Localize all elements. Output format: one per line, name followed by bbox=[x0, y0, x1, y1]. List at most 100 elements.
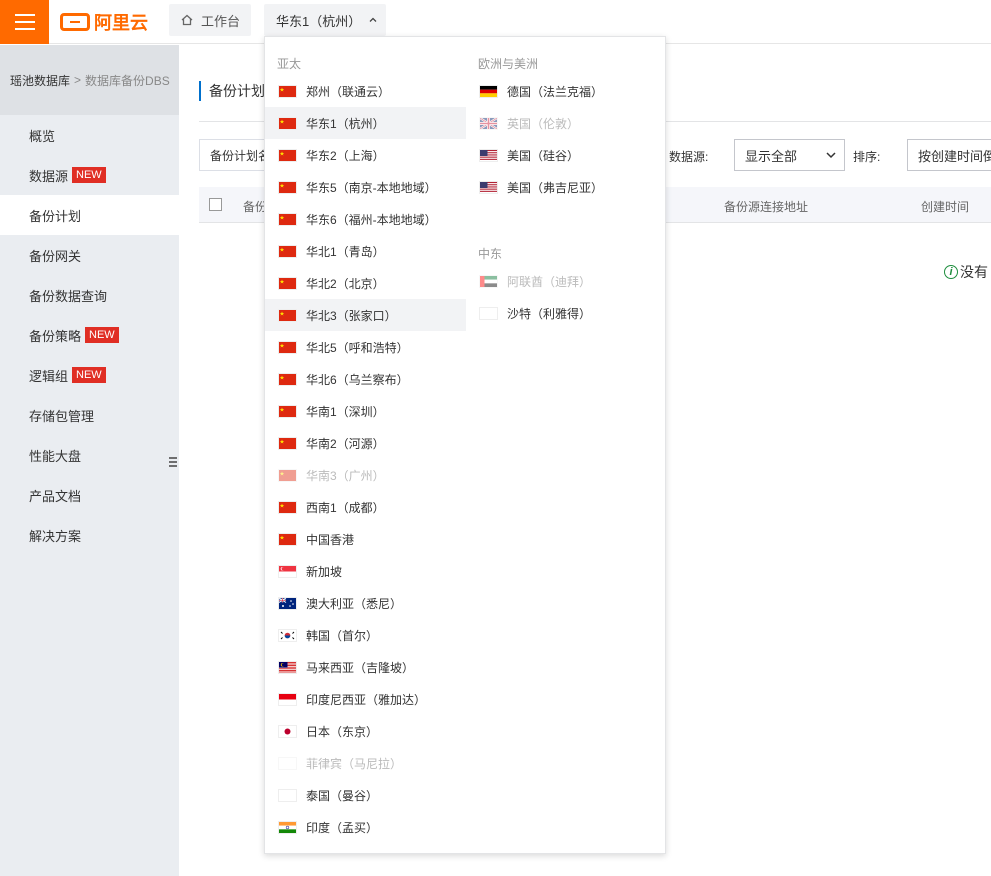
sidebar-item[interactable]: 性能大盘 bbox=[0, 435, 179, 475]
region-option[interactable]: 澳大利亚（悉尼） bbox=[265, 587, 466, 619]
new-badge: NEW bbox=[72, 167, 106, 183]
flag-cn-icon bbox=[278, 180, 297, 194]
region-option[interactable]: 郑州（联通云） bbox=[265, 75, 466, 107]
brand-name: 阿里云 bbox=[94, 13, 148, 33]
region-column-other: 欧洲与美洲 德国（法兰克福） 英国（伦敦） 美国（硅谷） 美国（弗吉尼亚） 中东 阿联… bbox=[466, 37, 666, 329]
sidebar-item[interactable]: 解决方案 bbox=[0, 515, 179, 555]
workbench-button[interactable]: 工作台 bbox=[169, 4, 251, 36]
select-all-checkbox[interactable] bbox=[209, 198, 222, 211]
flag-cn-icon bbox=[278, 244, 297, 258]
region-option-label: 华南2（河源） bbox=[306, 436, 385, 451]
sort-select[interactable]: 按创建时间倒序 bbox=[907, 139, 991, 171]
sidebar-item-label: 逻辑组 bbox=[29, 368, 69, 384]
aliyun-logo[interactable]: 阿里云 bbox=[60, 10, 148, 34]
home-icon bbox=[181, 14, 193, 26]
flag-cn-icon bbox=[278, 340, 297, 354]
region-option-label: 西南1（成都） bbox=[306, 500, 385, 515]
sidebar-item[interactable]: 数据源 NEW bbox=[0, 155, 179, 195]
region-column-asia: 亚太 郑州（联通云） 华东1（杭州） 华东2（上海） 华东5（南京-本地地域） 华东6（… bbox=[265, 37, 466, 843]
region-option[interactable]: 华北1（青岛） bbox=[265, 235, 466, 267]
region-option-label: 华北5（呼和浩特） bbox=[306, 340, 409, 355]
region-option[interactable]: 华东2（上海） bbox=[265, 139, 466, 171]
flag-sg-icon bbox=[278, 564, 297, 578]
sidebar-item-label: 备份计划 bbox=[29, 208, 82, 224]
region-option-label: 华东1（杭州） bbox=[306, 116, 385, 131]
sidebar-item-label: 存储包管理 bbox=[29, 408, 95, 424]
region-option-label: 阿联酋（迪拜） bbox=[507, 274, 592, 289]
region-option[interactable]: 华北3（张家口） bbox=[265, 299, 466, 331]
region-option[interactable]: 马来西亚（吉隆坡） bbox=[265, 651, 466, 683]
region-option[interactable]: 泰国（曼谷） bbox=[265, 779, 466, 811]
region-option[interactable]: 华东1（杭州） bbox=[265, 107, 466, 139]
group-title-europe: 欧洲与美洲 bbox=[478, 56, 539, 71]
sidebar-item[interactable]: 备份网关 bbox=[0, 235, 179, 275]
sidebar-item[interactable]: 概览 bbox=[0, 115, 179, 155]
region-option-label: 沙特（利雅得） bbox=[507, 306, 592, 321]
sidebar-item-label: 概览 bbox=[29, 128, 56, 144]
chevron-down-icon bbox=[826, 152, 836, 159]
flag-cn-icon bbox=[278, 468, 297, 482]
region-option[interactable]: 华北6（乌兰察布） bbox=[265, 363, 466, 395]
page-title: 备份计划 bbox=[199, 81, 265, 101]
region-option[interactable]: 华北5（呼和浩特） bbox=[265, 331, 466, 363]
group-title-mideast: 中东 bbox=[478, 246, 503, 261]
region-option[interactable]: 华南2（河源） bbox=[265, 427, 466, 459]
breadcrumb-root[interactable]: 瑶池数据库 bbox=[10, 72, 70, 89]
region-option[interactable]: 日本（东京） bbox=[265, 715, 466, 747]
region-option[interactable]: 中国香港 bbox=[265, 523, 466, 555]
sidebar: 瑶池数据库 > 数据库备份DBS 概览 数据源 NEW 备份计划 备份网关 备份数据查询备… bbox=[0, 45, 179, 876]
region-option-label: 美国（硅谷） bbox=[507, 148, 580, 163]
region-option[interactable]: 沙特（利雅得） bbox=[466, 297, 666, 329]
new-badge: NEW bbox=[85, 327, 119, 343]
region-option[interactable]: 华东5（南京-本地地域） bbox=[265, 171, 466, 203]
empty-message: i 没有 bbox=[944, 262, 988, 282]
region-option-label: 新加坡 bbox=[306, 564, 343, 579]
region-option[interactable]: 西南1（成都） bbox=[265, 491, 466, 523]
datasource-select[interactable]: 显示全部 bbox=[734, 139, 845, 171]
region-option[interactable]: 华南1（深圳） bbox=[265, 395, 466, 427]
search-input-text: 备份计划名 bbox=[210, 148, 271, 163]
region-option[interactable]: 华东6（福州-本地地域） bbox=[265, 203, 466, 235]
region-option[interactable]: 韩国（首尔） bbox=[265, 619, 466, 651]
region-option[interactable]: 新加坡 bbox=[265, 555, 466, 587]
region-option-label: 华东6（福州-本地地域） bbox=[306, 212, 437, 227]
hamburger-menu-button[interactable] bbox=[0, 0, 49, 44]
region-option-label: 华东5（南京-本地地域） bbox=[306, 180, 437, 195]
flag-id-icon bbox=[278, 692, 297, 706]
flag-cn-icon bbox=[278, 500, 297, 514]
region-option-label: 马来西亚（吉隆坡） bbox=[306, 660, 415, 675]
region-option-label: 华东2（上海） bbox=[306, 148, 385, 163]
flag-kr-icon bbox=[278, 628, 297, 642]
breadcrumb-current: 数据库备份DBS bbox=[85, 73, 170, 88]
region-option-label: 韩国（首尔） bbox=[306, 628, 379, 643]
sidebar-item[interactable]: 备份数据查询 bbox=[0, 275, 179, 315]
new-badge: NEW bbox=[72, 367, 106, 383]
region-label: 华东1（杭州） bbox=[276, 13, 362, 29]
region-option[interactable]: 德国（法兰克福） bbox=[466, 75, 666, 107]
datasource-label: 数据源: bbox=[669, 150, 709, 164]
region-selector[interactable]: 华东1（杭州） bbox=[264, 4, 386, 36]
flag-blank-icon bbox=[278, 788, 297, 802]
region-option[interactable]: 华北2（北京） bbox=[265, 267, 466, 299]
sidebar-item-label: 产品文档 bbox=[29, 488, 82, 504]
flag-in-icon bbox=[278, 820, 297, 834]
sidebar-item[interactable]: 逻辑组 NEW bbox=[0, 355, 179, 395]
region-option[interactable]: 印度（孟买） bbox=[265, 811, 466, 843]
flag-au-icon bbox=[278, 596, 297, 610]
flag-cn-icon bbox=[278, 532, 297, 546]
region-option[interactable]: 印度尼西亚（雅加达） bbox=[265, 683, 466, 715]
sidebar-item[interactable]: 备份策略 NEW bbox=[0, 315, 179, 355]
region-dropdown: 亚太 郑州（联通云） 华东1（杭州） 华东2（上海） 华东5（南京-本地地域） 华东6（… bbox=[264, 36, 666, 854]
sidebar-item[interactable]: 存储包管理 bbox=[0, 395, 179, 435]
sidebar-item[interactable]: 产品文档 bbox=[0, 475, 179, 515]
sidebar-item[interactable]: 备份计划 bbox=[0, 195, 179, 235]
region-option[interactable]: 美国（硅谷） bbox=[466, 139, 666, 171]
flag-cn-icon bbox=[278, 212, 297, 226]
region-option[interactable]: 美国（弗吉尼亚） bbox=[466, 171, 666, 203]
info-icon: i bbox=[944, 265, 958, 279]
flag-us-icon bbox=[479, 148, 498, 162]
sidebar-item-label: 备份网关 bbox=[29, 248, 82, 264]
sidebar-item-label: 数据源 bbox=[29, 168, 69, 184]
sort-value: 按创建时间倒序 bbox=[918, 148, 991, 164]
flag-my-icon bbox=[278, 660, 297, 674]
